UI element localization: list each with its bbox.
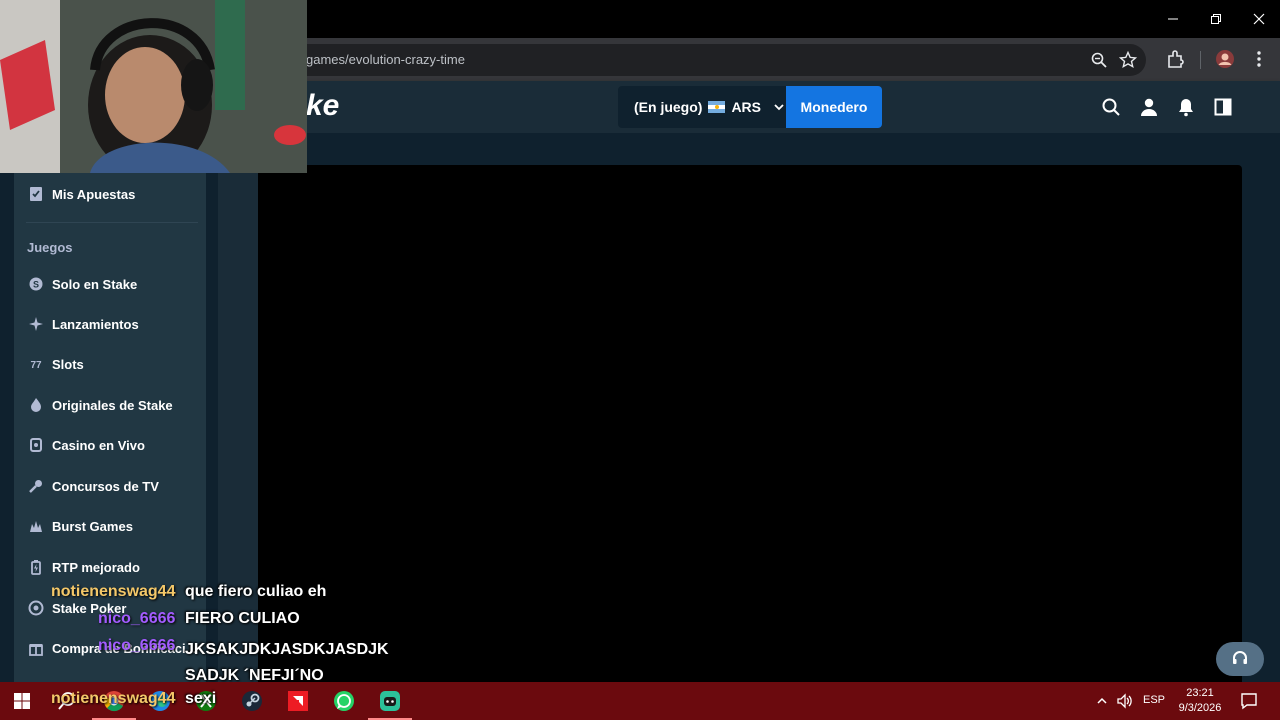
sidebar-item-burst-games[interactable]: Burst Games: [28, 514, 133, 538]
input-language[interactable]: ESP: [1143, 694, 1165, 706]
svg-text:S: S: [33, 280, 39, 290]
sidebar-item-casino-en-vivo[interactable]: Casino en Vivo: [28, 433, 145, 457]
sidebar-item-slots[interactable]: 77 Slots: [28, 352, 84, 376]
sidebar-item-solo-en-stake[interactable]: S Solo en Stake: [28, 272, 137, 296]
chat-username: notienenswag44: [51, 583, 176, 600]
slots-icon: 77: [30, 360, 42, 371]
chat-username: nico_6666: [98, 610, 176, 627]
live-casino-icon: [30, 438, 42, 452]
restore-button[interactable]: [1194, 0, 1237, 38]
tray-overflow-icon[interactable]: [1096, 695, 1108, 707]
chat-username: notienenswag44: [51, 690, 176, 707]
taskbar-amd[interactable]: [285, 688, 311, 714]
currency-label: ARS: [731, 99, 761, 115]
sidebar-item-label: Casino en Vivo: [52, 437, 145, 453]
zoom-icon[interactable]: [1090, 51, 1108, 69]
chat-message: FIERO CULIAO: [185, 610, 300, 627]
notifications-icon[interactable]: [1240, 692, 1258, 710]
burst-icon: [30, 521, 42, 532]
gift-icon: [29, 644, 43, 656]
start-button[interactable]: [9, 688, 35, 714]
windows-logo-icon: [14, 693, 30, 709]
volume-icon[interactable]: [1116, 693, 1132, 709]
sidebar-item-concursos-tv[interactable]: Concursos de TV: [28, 474, 159, 498]
headset-icon: [1233, 651, 1247, 664]
stake-logo[interactable]: ke: [306, 89, 339, 123]
sidebar-item-label: Concursos de TV: [52, 478, 159, 494]
sidebar-item-originales[interactable]: Originales de Stake: [28, 393, 173, 417]
toolbar-divider: [1200, 51, 1201, 69]
profile-avatar-icon[interactable]: [1214, 48, 1236, 70]
user-icon[interactable]: [1139, 97, 1159, 117]
sidebar-item-my-bets[interactable]: Mis Apuestas: [28, 182, 135, 206]
clock-date: 9/3/2026: [1178, 702, 1222, 714]
sidebar-item-rtp-mejorado[interactable]: RTP mejorado: [28, 555, 140, 579]
clock-time: 23:21: [1186, 687, 1214, 699]
sidebar-item-label: Lanzamientos: [52, 316, 139, 332]
window-controls: [1151, 0, 1280, 38]
microphone-icon: [29, 480, 42, 493]
battery-icon: [31, 560, 41, 575]
minimize-icon: [1167, 18, 1178, 20]
system-clock[interactable]: 23:21 9/3/2026: [1172, 686, 1228, 716]
whatsapp-icon: [334, 691, 354, 711]
balance-selector[interactable]: (En juego) ARS: [618, 86, 786, 128]
close-button[interactable]: [1237, 0, 1280, 38]
minimize-button[interactable]: [1151, 0, 1194, 38]
chat-message: que fiero culiao eh: [185, 583, 327, 600]
discord-icon: [380, 691, 400, 711]
game-iframe[interactable]: [258, 165, 1242, 682]
restore-icon: [1210, 14, 1221, 24]
chat-panel-icon[interactable]: [1213, 97, 1233, 117]
taskbar-discord[interactable]: [377, 688, 403, 714]
stake-badge-icon: S: [29, 277, 43, 291]
balance-label: (En juego): [634, 99, 703, 115]
sidebar-item-label: Originales de Stake: [52, 397, 173, 413]
bet-slip-icon: [30, 187, 42, 201]
taskbar-steam[interactable]: [239, 688, 265, 714]
search-icon[interactable]: [1101, 97, 1121, 117]
sidebar-item-lanzamientos[interactable]: Lanzamientos: [28, 312, 139, 336]
argentina-flag-icon: [708, 101, 726, 113]
bookmark-star-icon[interactable]: [1119, 51, 1137, 69]
poker-chip-icon: [28, 600, 44, 616]
sidebar-item-label: Burst Games: [52, 518, 133, 534]
sidebar-item-label: RTP mejorado: [52, 559, 140, 575]
amd-icon: [288, 691, 308, 711]
steam-icon: [242, 691, 262, 711]
webcam-image: [0, 0, 307, 173]
svg-text:77: 77: [30, 360, 42, 371]
flame-icon: [31, 398, 41, 412]
live-support-button[interactable]: [1216, 642, 1264, 676]
url-text: games/evolution-crazy-time: [306, 52, 465, 67]
sparkle-icon: [29, 317, 43, 331]
sidebar-item-label: Mis Apuestas: [52, 186, 136, 202]
chat-username: nico_6666: [98, 637, 176, 654]
chat-message: sexi: [185, 690, 217, 707]
webcam-overlay: [0, 0, 307, 173]
taskbar-whatsapp[interactable]: [331, 688, 357, 714]
sidebar-section-title: Juegos: [27, 240, 73, 255]
extensions-icon[interactable]: [1165, 48, 1187, 70]
notification-bell-icon[interactable]: [1176, 97, 1196, 117]
address-bar[interactable]: games/evolution-crazy-time: [290, 44, 1146, 76]
close-icon: [1253, 13, 1264, 25]
wallet-button[interactable]: Monedero: [786, 86, 882, 128]
sidebar-item-label: Slots: [52, 356, 84, 372]
sidebar-divider: [26, 222, 198, 223]
browser-menu-icon[interactable]: [1248, 48, 1270, 70]
sidebar-item-label: Solo en Stake: [52, 276, 138, 292]
chevron-down-icon: [774, 104, 784, 111]
